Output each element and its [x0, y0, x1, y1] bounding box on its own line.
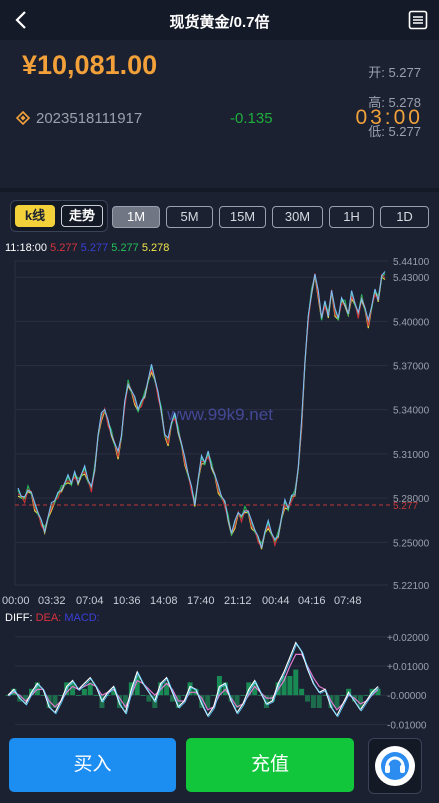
macd-histogram-bar — [363, 695, 369, 696]
bottom-action-bar: 买入 充值 — [0, 733, 439, 803]
tab-trend[interactable]: 走势 — [61, 205, 103, 227]
time-tick-label: 17:40 — [187, 595, 215, 607]
account-price: ¥10,081.00 — [22, 50, 158, 80]
support-button[interactable] — [368, 738, 422, 794]
tab-1h[interactable]: 1H — [329, 206, 374, 228]
macd-histogram-bar — [93, 695, 99, 696]
document-list-icon[interactable] — [407, 9, 429, 31]
macd-histogram-bar — [340, 695, 346, 696]
macd-diff-line — [7, 641, 379, 717]
buy-button[interactable]: 买入 — [9, 738, 176, 792]
macd-histogram-bar — [140, 695, 146, 696]
price-tick-label: 5.43000 — [393, 273, 430, 284]
macd-histogram-bar — [287, 675, 293, 696]
macd-histogram-bar — [316, 695, 322, 709]
time-tick-label: 07:48 — [334, 595, 362, 607]
time-tick-label: 21:12 — [224, 595, 252, 607]
macd-histogram-bar — [211, 695, 217, 696]
price-tick-label: 5.31000 — [393, 450, 430, 461]
tab-15m[interactable]: 15M — [219, 206, 266, 228]
chart-mode-switch: k线 走势 — [10, 200, 108, 232]
price-tick-label: 5.34000 — [393, 406, 430, 417]
order-code: 2023518111917 — [36, 110, 143, 127]
tab-kline[interactable]: k线 — [15, 205, 55, 227]
countdown-timer: 03:00 — [355, 106, 423, 129]
price-change: -0.135 — [230, 110, 273, 127]
diamond-icon — [16, 111, 30, 125]
macd-histogram-bar — [305, 695, 311, 702]
chart-tabs: k线 走势 1M 5M 15M 30M 1H 1D — [0, 192, 439, 240]
macd-macd-line — [8, 642, 380, 718]
macd-histogram-bar — [81, 688, 87, 696]
tab-5m[interactable]: 5M — [166, 206, 213, 228]
macd-tick-label: +0.02000 — [387, 633, 429, 644]
time-tick-label: 10:36 — [113, 595, 141, 607]
macd-dea-line — [7, 653, 379, 711]
macd-histogram-bar — [299, 688, 305, 696]
kline-chart[interactable]: 5.44100 5.43000 5.40000 5.37000 5.34000 5.310… — [0, 252, 439, 737]
price-tick-label: 5.37000 — [393, 362, 430, 373]
time-tick-label: 00:44 — [262, 595, 290, 607]
current-price-label: 5.277 — [393, 501, 418, 512]
page-title: 现货黄金/0.7倍 — [169, 14, 270, 31]
price-tick-label: 5.22100 — [393, 581, 430, 592]
top-bar: 现货黄金/0.7倍 — [0, 0, 439, 40]
macd-tick-label: -0.00000 — [387, 691, 427, 702]
recharge-button[interactable]: 充值 — [186, 738, 354, 792]
price-tick-label: 5.44100 — [393, 257, 430, 268]
tab-1d[interactable]: 1D — [380, 206, 429, 228]
macd-histogram-bar — [75, 695, 81, 696]
time-tick-label: 14:08 — [150, 595, 178, 607]
macd-tick-label: +0.01000 — [387, 662, 429, 673]
time-tick-label: 03:32 — [38, 595, 66, 607]
macd-histogram-bar — [146, 695, 152, 702]
time-tick-label: 00:00 — [2, 595, 30, 607]
macd-histogram-bar — [293, 669, 299, 696]
tab-1m[interactable]: 1M — [112, 206, 160, 228]
price-tick-label: 5.25000 — [393, 538, 430, 549]
macd-legend: DIFF: DEA: MACD: — [5, 612, 100, 624]
macd-tick-label: -0.01000 — [387, 720, 427, 731]
tab-30m[interactable]: 30M — [272, 206, 323, 228]
watermark: www.99k9.net — [166, 405, 273, 424]
time-tick-label: 04:16 — [298, 595, 326, 607]
macd-histogram-bar — [240, 695, 246, 696]
support-icon — [375, 746, 415, 786]
time-tick-label: 07:04 — [76, 595, 104, 607]
macd-histogram-bar — [310, 695, 316, 709]
open-price: 开: 5.277 — [368, 65, 421, 80]
price-tick-label: 5.40000 — [393, 317, 430, 328]
